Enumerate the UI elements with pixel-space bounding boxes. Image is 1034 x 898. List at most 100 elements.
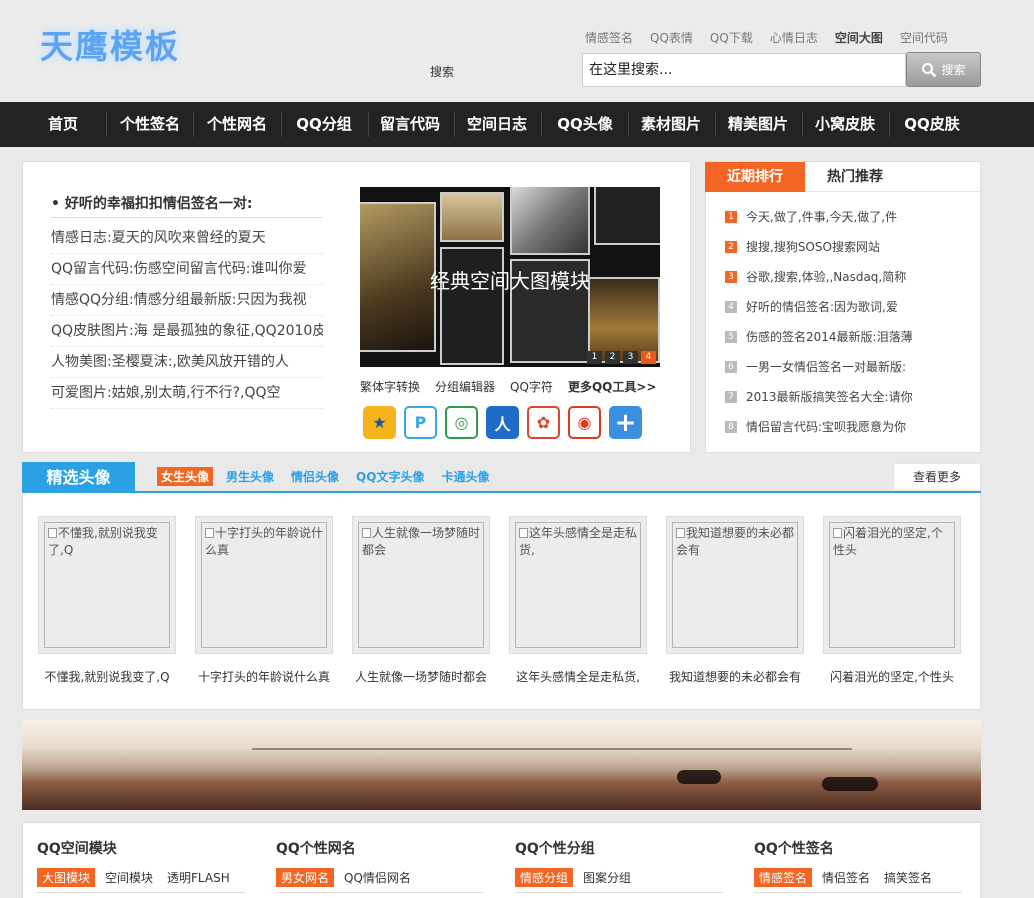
nav-qq-avatar[interactable]: QQ头像	[550, 102, 620, 147]
hot-title[interactable]: • 好听的幸福扣扣情侣签名一对:	[51, 193, 252, 213]
hot-item[interactable]: QQ留言代码:伤感空间留言代码:谁叫你爱	[51, 254, 323, 285]
nav-diary[interactable]: 空间日志	[462, 102, 532, 147]
tool-more-link[interactable]: 更多QQ工具>>	[568, 378, 657, 395]
sina-weibo-icon[interactable]: ◉	[568, 406, 601, 439]
avatar-caption[interactable]: 十字打头的年龄说什么真	[195, 668, 333, 685]
column-tag[interactable]: 男女网名	[276, 868, 335, 887]
column-tag[interactable]: 搞笑签名	[884, 869, 932, 886]
nav-message-code[interactable]: 留言代码	[375, 102, 445, 147]
avatar-caption[interactable]: 这年头感情全是走私货,	[509, 668, 647, 685]
column-tags: 情感分组 图案分组	[515, 868, 645, 887]
avatar-thumb[interactable]: 这年头感情全是走私货,	[509, 516, 647, 654]
tool-traditional-convert[interactable]: 繁体字转换	[360, 378, 420, 395]
nav-nickname[interactable]: 个性网名	[202, 102, 272, 147]
nav-divider	[368, 112, 369, 137]
nav-nest-skin[interactable]: 小窝皮肤	[810, 102, 880, 147]
banner-bridge-graphic	[252, 748, 852, 750]
hot-item[interactable]: 情感QQ分组:情感分组最新版:只因为我视	[51, 285, 323, 316]
slider-dot[interactable]: 1	[587, 351, 602, 364]
rank-item[interactable]: 7 2013最新版搞笑签名大全:请你	[725, 382, 925, 412]
renren-icon[interactable]: 人	[486, 406, 519, 439]
avatar-caption[interactable]: 闪着泪光的坚定,个性头	[823, 668, 961, 685]
nav-signature[interactable]: 个性签名	[115, 102, 185, 147]
hot-item[interactable]: 可爱图片:姑娘,别太萌,行不行?,QQ空	[51, 378, 323, 409]
nav-home[interactable]: 首页	[40, 102, 86, 147]
avatar-thumb[interactable]: 闪着泪光的坚定,个性头	[823, 516, 961, 654]
column-tag[interactable]: 大图模块	[37, 868, 96, 887]
subtab-couples[interactable]: 情侣头像	[291, 468, 339, 485]
nav-divider	[802, 112, 803, 137]
top-link-code[interactable]: 空间代码	[900, 29, 948, 45]
qzone-star-icon[interactable]: ★	[363, 406, 396, 439]
top-link-big-image[interactable]: 空间大图	[835, 29, 883, 45]
avatar-alt-text: 我知道想要的未必都会有	[676, 526, 795, 557]
tencent-weibo-icon[interactable]: ✿	[527, 406, 560, 439]
top-link-download[interactable]: QQ下载	[710, 29, 753, 45]
site-logo[interactable]: 天鹰模板	[40, 20, 180, 68]
tab-recent-rank[interactable]: 近期排行	[705, 162, 805, 192]
top-link-sign[interactable]: 情感签名	[585, 29, 633, 45]
search-input[interactable]: 在这里搜索...	[582, 53, 906, 87]
tool-group-editor[interactable]: 分组编辑器	[435, 378, 495, 395]
avatar-thumb[interactable]: 我知道想要的未必都会有	[666, 516, 804, 654]
column-tag[interactable]: 图案分组	[583, 869, 631, 886]
rank-item[interactable]: 3 谷歌,搜索,体验,,Nasdaq,简称	[725, 262, 925, 292]
rank-number: 4	[725, 301, 737, 313]
nav-qq-group[interactable]: QQ分组	[289, 102, 359, 147]
avatar-thumb[interactable]: 人生就像一场梦随时都会	[352, 516, 490, 654]
hot-item[interactable]: QQ皮肤图片:海 是最孤独的象征,QQ2010皮	[51, 316, 323, 347]
avatar-thumb[interactable]: 不懂我,就别说我变了,Q	[38, 516, 176, 654]
subtab-text[interactable]: QQ文字头像	[356, 468, 424, 485]
nav-qq-skin[interactable]: QQ皮肤	[897, 102, 967, 147]
site-header: 天鹰模板 情感签名 QQ表情 QQ下载 心情日志 空间大图 空间代码 搜索 在这…	[0, 0, 1034, 102]
column-tag[interactable]: 情侣签名	[822, 869, 870, 886]
broken-image-icon	[676, 528, 685, 538]
subtab-cartoon[interactable]: 卡通头像	[441, 468, 489, 485]
banner-dog-graphic	[677, 770, 721, 784]
search-button[interactable]: 搜索	[906, 52, 981, 87]
column-title[interactable]: QQ个性网名	[276, 838, 356, 858]
rank-item[interactable]: 6 一男一女情侣签名一对最新版:	[725, 352, 925, 382]
column-tag[interactable]: 情感签名	[754, 868, 813, 887]
column-title[interactable]: QQ个性签名	[754, 838, 834, 858]
rank-item[interactable]: 1 今天,做了,件事,今天,做了,件	[725, 202, 925, 232]
tool-qq-chars[interactable]: QQ字符	[510, 378, 553, 395]
qq-browser-icon[interactable]: ◎	[445, 406, 478, 439]
avatar-thumb[interactable]: 十字打头的年龄说什么真	[195, 516, 333, 654]
nav-material[interactable]: 素材图片	[636, 102, 706, 147]
column-title[interactable]: QQ个性分组	[515, 838, 595, 858]
section-title-avatars[interactable]: 精选头像	[22, 462, 135, 493]
rank-number: 1	[725, 211, 737, 223]
hot-item[interactable]: 人物美图:圣樱夏沫:,欧美风放开错的人	[51, 347, 323, 378]
column-tag[interactable]: 情感分组	[515, 868, 574, 887]
rank-item[interactable]: 5 伤感的签名2014最新版:泪落薄	[725, 322, 925, 352]
add-more-icon[interactable]: +	[609, 406, 642, 439]
slider-dot-active[interactable]: 4	[641, 351, 656, 364]
top-link-diary[interactable]: 心情日志	[770, 29, 818, 45]
rank-item[interactable]: 4 好听的情侣签名:因为歌词,爱	[725, 292, 925, 322]
view-more-button[interactable]: 查看更多	[893, 463, 981, 491]
top-link-emoji[interactable]: QQ表情	[650, 29, 693, 45]
subtab-girls[interactable]: 女生头像	[157, 467, 214, 486]
column-tag[interactable]: 透明FLASH	[167, 869, 230, 886]
avatar-caption[interactable]: 我知道想要的未必都会有	[666, 668, 804, 685]
nav-pictures[interactable]: 精美图片	[723, 102, 793, 147]
ad-banner[interactable]	[22, 720, 981, 810]
hot-item[interactable]: 情感日志:夏天的风吹来曾经的夏天	[51, 223, 323, 254]
column-tag[interactable]: 空间模块	[105, 869, 153, 886]
tab-hot-recommend[interactable]: 热门推荐	[805, 162, 905, 192]
slider-caption: 经典空间大图模块	[430, 269, 590, 293]
qq-pinyin-icon[interactable]: P	[404, 406, 437, 439]
slider-dot[interactable]: 3	[623, 351, 638, 364]
nav-divider	[715, 112, 716, 137]
search-label: 搜索	[430, 65, 455, 79]
avatar-caption[interactable]: 不懂我,就别说我变了,Q	[38, 668, 176, 685]
rank-item[interactable]: 8 情侣留言代码:宝呗我愿意为你	[725, 412, 925, 442]
avatar-caption[interactable]: 人生就像一场梦随时都会	[352, 668, 490, 685]
image-slider[interactable]: 经典空间大图模块 1 2 3 4	[360, 187, 660, 367]
subtab-boys[interactable]: 男生头像	[226, 468, 274, 485]
column-tag[interactable]: QQ情侣网名	[344, 869, 411, 886]
column-title[interactable]: QQ空间模块	[37, 838, 117, 858]
rank-item[interactable]: 2 搜搜,搜狗SOSO搜索网站	[725, 232, 925, 262]
slider-dot[interactable]: 2	[605, 351, 620, 364]
